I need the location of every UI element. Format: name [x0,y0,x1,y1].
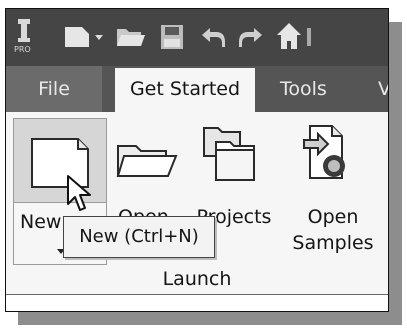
pro-logo-text: PRO [14,45,31,53]
open-samples-label-line1[interactable]: Open [288,206,378,228]
quick-access-toolbar: PRO [6,9,388,66]
undo-icon[interactable] [200,26,226,48]
launch-panel: New Open Projects [6,114,388,311]
pro-logo-icon: PRO [14,19,38,53]
new-button-label: New [20,211,62,233]
redo-icon[interactable] [238,26,264,48]
document-area [6,295,388,311]
toolbar-overflow-icon[interactable] [306,27,314,47]
open-samples-icon[interactable] [302,120,354,186]
application-window: PRO File Get Started Tools New Projects … [5,8,389,312]
open-folder-icon[interactable] [116,27,146,47]
new-document-icon[interactable] [64,26,90,48]
tab-tools[interactable]: Tools [268,66,358,112]
tab-file[interactable]: File [6,66,102,112]
mouse-cursor-icon [66,174,92,218]
home-icon[interactable] [276,22,302,50]
ribbon-tab-bar: File Get Started Tools V [6,66,388,116]
tab-view[interactable]: V [366,66,388,112]
dropdown-arrow-icon[interactable] [94,34,104,42]
new-button[interactable] [13,118,107,203]
open-folder-icon[interactable] [116,142,178,182]
save-icon[interactable] [160,24,184,50]
launch-group-label: Launch [162,268,232,290]
open-samples-label-line2[interactable]: Samples [288,232,378,254]
new-tooltip: New (Ctrl+N) [63,216,215,258]
tab-get-started[interactable]: Get Started [115,68,255,116]
projects-icon[interactable] [200,126,260,188]
